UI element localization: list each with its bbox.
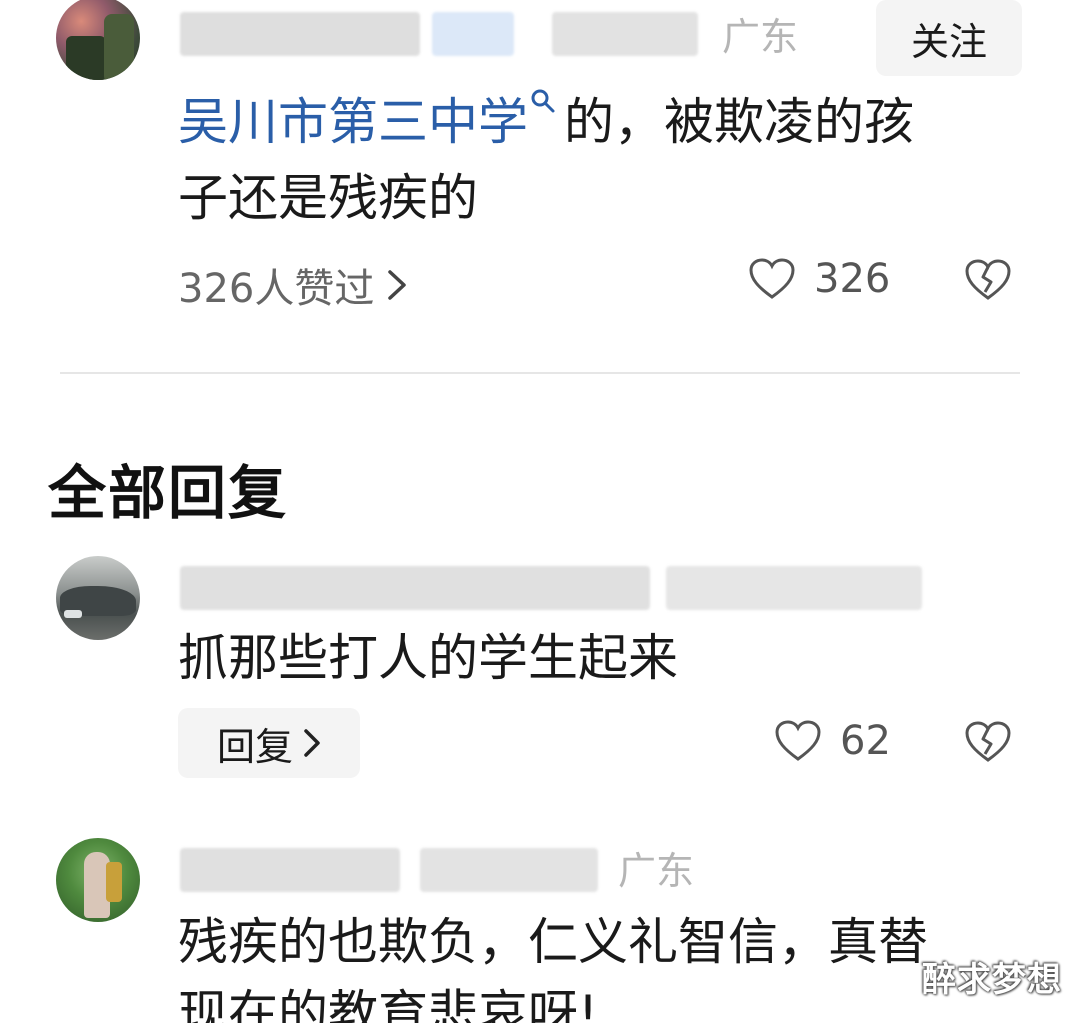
broken-heart-icon[interactable]	[964, 720, 1012, 764]
username-redacted[interactable]	[180, 848, 400, 892]
reply-text: 残疾的也欺负，仁义礼智信，真替	[178, 913, 928, 971]
timestamp-redacted	[552, 12, 698, 56]
heart-icon[interactable]	[774, 719, 822, 763]
avatar[interactable]	[56, 838, 140, 922]
like-count: 326	[814, 256, 891, 302]
location-label: 广东	[722, 15, 799, 59]
location-label: 广东	[618, 849, 695, 893]
school-search-link[interactable]: 吴川市第三中学	[178, 89, 564, 151]
comment-text: 吴川市第三中学 的，被欺凌的孩	[178, 84, 914, 160]
reply-text: 抓那些打人的学生起来	[178, 629, 678, 687]
like-button[interactable]: 62	[774, 718, 891, 764]
comment-text-line2: 子还是残疾的	[178, 169, 478, 227]
broken-heart-icon[interactable]	[964, 258, 1012, 302]
school-link-label[interactable]: 吴川市第三中学	[178, 93, 528, 151]
like-count: 62	[840, 718, 891, 764]
chevron-right-icon	[388, 270, 407, 300]
like-button[interactable]: 326	[748, 256, 890, 302]
comment-thread-page: 广东 关注 吴川市第三中学 的，被欺凌的孩 子还是残疾的 326人赞过 326 …	[0, 0, 1080, 1023]
comment-text-rest: 的，被欺凌的孩	[564, 93, 914, 151]
chevron-right-icon	[304, 729, 320, 757]
liked-by-link[interactable]: 326人赞过	[178, 256, 408, 314]
username-redacted[interactable]	[180, 12, 420, 56]
meta-redacted	[666, 566, 922, 610]
avatar[interactable]	[56, 0, 140, 80]
username-redacted[interactable]	[180, 566, 650, 610]
meta-redacted	[420, 848, 598, 892]
liked-by-label: 326人赞过	[178, 266, 375, 312]
level-badge-redacted	[432, 12, 514, 56]
reply-button-label: 回复	[216, 724, 293, 769]
avatar[interactable]	[56, 556, 140, 640]
reply-button[interactable]: 回复	[178, 708, 360, 778]
section-title: 全部回复	[48, 459, 289, 527]
heart-icon[interactable]	[748, 257, 796, 301]
search-icon[interactable]	[530, 88, 556, 114]
watermark: 醉求梦想	[922, 960, 1062, 1000]
divider	[60, 372, 1020, 374]
follow-button[interactable]: 关注	[876, 0, 1022, 76]
reply-text-line2: 现在的教育悲哀呀!	[178, 985, 599, 1023]
